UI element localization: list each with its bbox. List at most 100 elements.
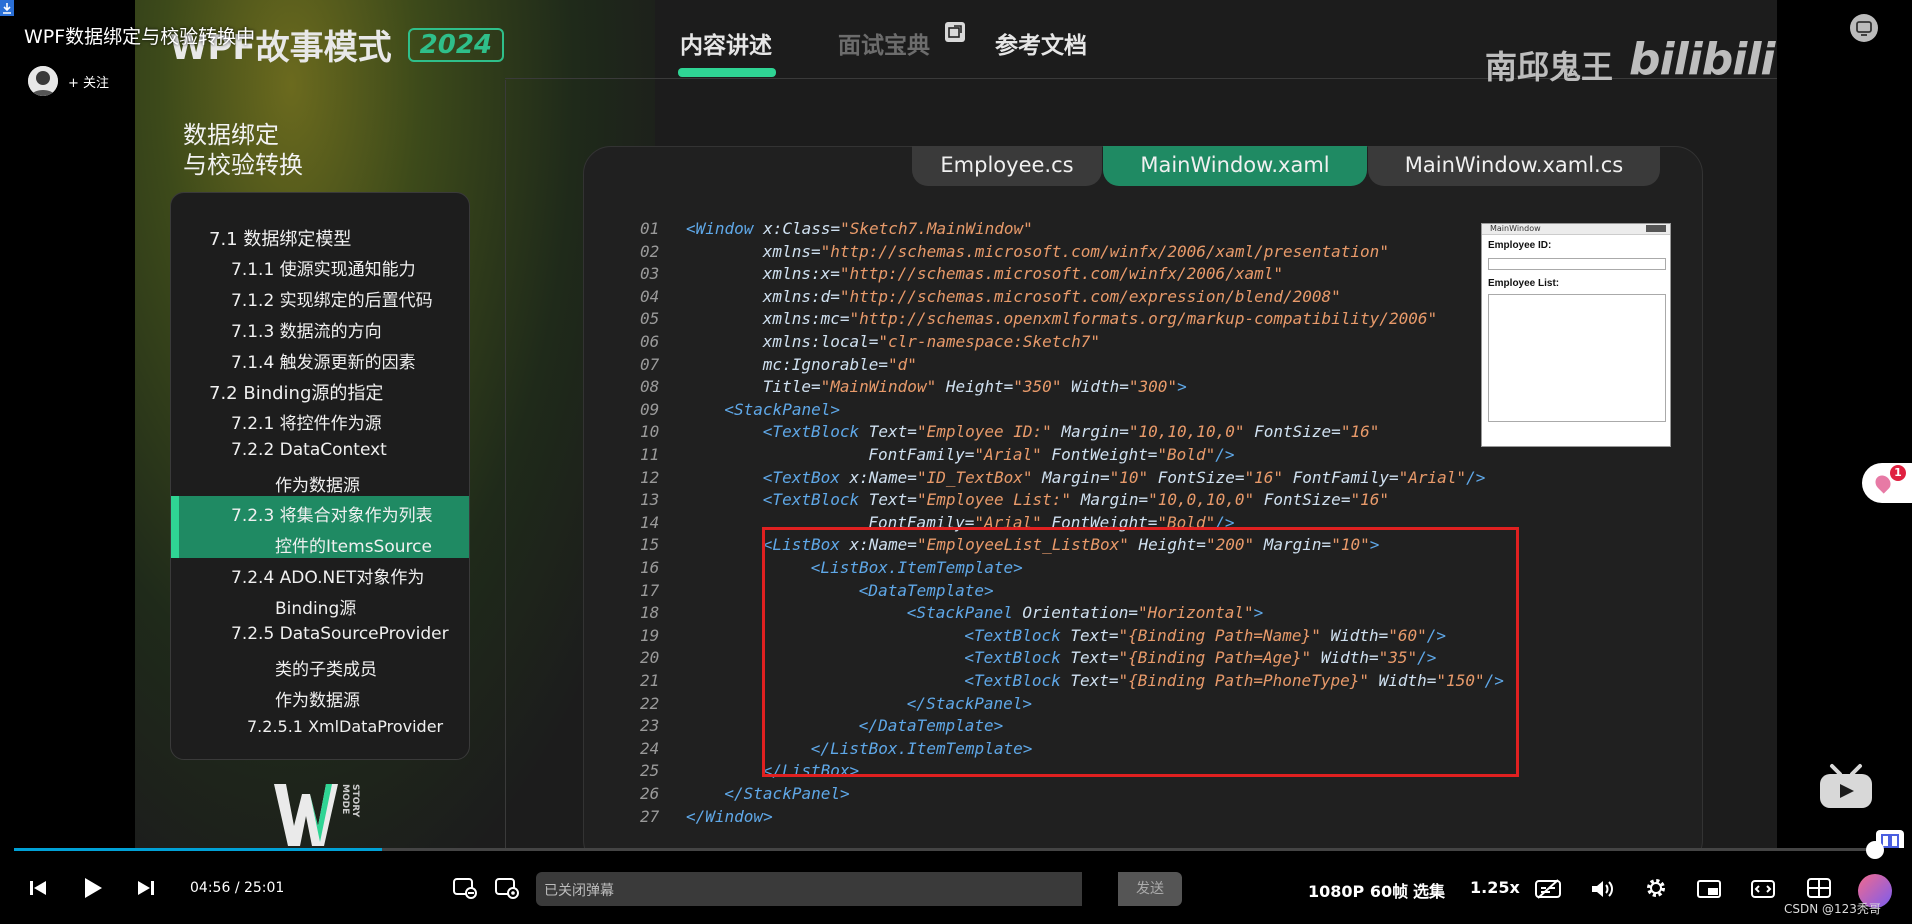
code-token: <TextBlock xyxy=(762,490,869,510)
line-number: 23 xyxy=(640,716,660,736)
code-token: /> xyxy=(1466,467,1486,487)
code-token: xmlns:mc xyxy=(762,309,840,329)
line-number: 24 xyxy=(640,738,660,758)
follow-button[interactable]: + 关注 xyxy=(68,72,109,91)
line-number: 03 xyxy=(640,264,660,284)
code-token: = xyxy=(878,354,889,374)
toc-item[interactable]: 7.1 数据绑定模型 xyxy=(171,220,469,251)
code-token: "d" xyxy=(888,354,917,374)
line-number: 27 xyxy=(640,806,660,826)
code-token: "350" xyxy=(1013,377,1062,397)
logo-story-mode: STORY MODE xyxy=(340,784,360,818)
screencast-icon[interactable] xyxy=(1850,14,1878,42)
line-number: 20 xyxy=(640,648,660,668)
toc-item-label: 类的子类成员 xyxy=(275,660,377,680)
toc-item-label: 7.1.3 数据流的方向 xyxy=(231,322,382,342)
code-content: </StackPanel> xyxy=(686,784,849,803)
next-button[interactable] xyxy=(136,878,156,902)
toc-item[interactable]: 类的子类成员 xyxy=(171,650,469,681)
previous-button[interactable] xyxy=(28,878,48,902)
code-content: <TextBlock Text="Employee ID:" Margin="1… xyxy=(686,422,1380,442)
line-number: 08 xyxy=(640,377,660,397)
toc-item[interactable]: 7.2.4 ADO.NET对象作为 xyxy=(171,558,469,589)
subtitle-off-icon[interactable] xyxy=(1534,878,1562,904)
toc-item[interactable]: 7.2 Binding源的指定 xyxy=(171,374,469,405)
line-number: 17 xyxy=(640,580,660,600)
danmaku-toggle-icon[interactable] xyxy=(452,876,478,904)
mascot-tv-icon[interactable] xyxy=(1818,760,1874,810)
toc-item[interactable]: 7.1.1 使源实现通知能力 xyxy=(171,250,469,281)
line-number: 16 xyxy=(640,558,660,577)
danmaku-input[interactable]: 已关闭弹幕 xyxy=(536,872,1082,906)
code-content: <Window x:Class="Sketch7.MainWindow" xyxy=(686,219,1033,238)
settings-gear-icon[interactable] xyxy=(1644,876,1668,904)
code-token: = xyxy=(810,377,821,397)
picture-in-picture-icon[interactable] xyxy=(1696,878,1722,904)
toc-item[interactable]: Binding源 xyxy=(171,589,469,620)
code-token: xmlns xyxy=(762,241,811,261)
file-tab-mainwindow-xaml[interactable]: MainWindow.xaml xyxy=(1103,146,1367,186)
code-token: "10" xyxy=(1109,467,1149,487)
tab-docs[interactable]: 参考文档 xyxy=(995,26,1087,60)
code-token: = xyxy=(1331,422,1341,442)
toc-item[interactable]: 7.1.3 数据流的方向 xyxy=(171,312,469,343)
video-title: WPF数据绑定与校验转换中 xyxy=(24,26,256,48)
tab-interview[interactable]: 面试宝典 xyxy=(838,26,930,60)
uploader-avatar[interactable] xyxy=(28,66,58,96)
total-time: 25:01 xyxy=(243,880,285,896)
toc-item[interactable]: 7.2.5.1 XmlDataProvider xyxy=(171,712,469,743)
code-token: = xyxy=(830,286,840,306)
toc-item[interactable]: 控件的ItemsSource xyxy=(171,527,469,558)
tab-content[interactable]: 内容讲述 xyxy=(680,26,772,60)
toc-panel[interactable]: 7.1 数据绑定模型 7.1.1 使源实现通知能力 7.1.2 实现绑定的后置代码 7… xyxy=(170,192,470,760)
play-button[interactable] xyxy=(80,876,104,904)
line-number: 04 xyxy=(640,286,660,306)
code-token: "Arial" xyxy=(974,445,1042,464)
file-tab-employee-cs[interactable]: Employee.cs xyxy=(912,146,1102,186)
toc-item[interactable]: 7.2.1 将控件作为源 xyxy=(171,404,469,435)
line-number: 25 xyxy=(640,761,660,781)
code-token: Margin xyxy=(1051,422,1120,442)
progress-handle[interactable] xyxy=(1866,841,1884,859)
toc-item[interactable]: 作为数据源 xyxy=(171,466,469,497)
code-token: = xyxy=(1003,377,1014,397)
code-token: FontSize xyxy=(1244,422,1332,442)
code-content: FontFamily="Arial" FontWeight="Bold"/> xyxy=(686,445,1234,464)
code-token: mc:Ignorable xyxy=(762,354,879,374)
episodes-button[interactable]: 选集 xyxy=(1413,878,1445,902)
code-content: xmlns:x="http://schemas.microsoft.com/wi… xyxy=(686,264,1283,283)
line-number: 14 xyxy=(640,512,660,532)
code-token: xmlns:x xyxy=(762,264,831,284)
download-icon[interactable] xyxy=(0,0,14,16)
code-token: = xyxy=(1340,490,1351,510)
toc-item-label: 7.2.4 ADO.NET对象作为 xyxy=(231,568,425,588)
popout-icon[interactable] xyxy=(945,22,965,42)
toc-item[interactable]: 7.2.2 DataContext xyxy=(171,435,469,466)
code-token: FontSize xyxy=(1254,490,1341,510)
code-line: 12 <TextBox x:Name="ID_TextBox" Margin="1… xyxy=(640,467,1485,489)
widescreen-icon[interactable] xyxy=(1750,878,1776,904)
toc-item[interactable]: 7.1.4 触发源更新的因素 xyxy=(171,343,469,374)
danmaku-settings-icon[interactable] xyxy=(494,876,520,904)
code-token: FontFamily xyxy=(868,445,965,464)
speed-selector[interactable]: 1.25x xyxy=(1470,878,1520,897)
volume-icon[interactable] xyxy=(1590,878,1614,904)
toc-item[interactable]: 7.2.3 将集合对象作为列表 xyxy=(171,496,469,527)
line-number: 01 xyxy=(640,219,660,238)
code-line: 06 xmlns:local="clr-namespace:Sketch7" xyxy=(640,331,1100,353)
line-number: 26 xyxy=(640,784,660,803)
quality-selector[interactable]: 1080P 60帧 xyxy=(1308,878,1408,902)
code-token: = xyxy=(1138,490,1149,510)
side-widget[interactable]: 1 xyxy=(1862,463,1912,503)
send-button[interactable]: 发送 xyxy=(1118,872,1182,906)
code-token: = xyxy=(907,422,917,442)
toc-item[interactable]: 7.2.5 DataSourceProvider xyxy=(171,619,469,650)
preview-window-title: MainWindow xyxy=(1490,224,1541,233)
code-token: Height xyxy=(936,377,1004,397)
code-token: = xyxy=(1119,377,1129,397)
toc-item[interactable]: 7.1.2 实现绑定的后置代码 xyxy=(171,281,469,312)
code-line: 01 <Window x:Class="Sketch7.MainWindow" xyxy=(640,218,1033,240)
code-token: = xyxy=(839,309,850,329)
toc-item[interactable]: 作为数据源 xyxy=(171,681,469,712)
file-tab-mainwindow-xaml-cs[interactable]: MainWindow.xaml.cs xyxy=(1368,146,1660,186)
